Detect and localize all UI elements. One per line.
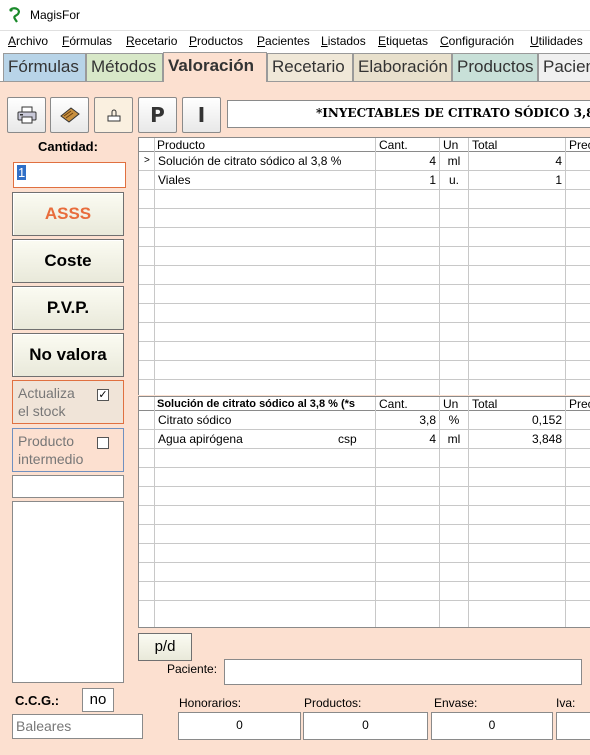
cell-extra	[335, 411, 375, 430]
quantity-input[interactable]: 1	[13, 162, 126, 188]
ccg-field[interactable]: no	[82, 688, 114, 712]
composition-grid-header: Solución de citrato sódico al 3,8 % (*s …	[139, 397, 590, 411]
pvp-button[interactable]: P.V.P.	[12, 286, 124, 330]
cell-producto: Solución de citrato sódico al 3,8 %	[158, 154, 342, 168]
title-bar: MagisFor	[0, 0, 590, 31]
label-button[interactable]	[50, 97, 89, 133]
row-marker	[141, 171, 153, 190]
menu-bar: Archivo Fórmulas Recetario Productos Pac…	[0, 31, 590, 51]
cell-producto: Viales	[158, 173, 191, 187]
cell-cant: 4	[429, 154, 436, 168]
no-valora-button[interactable]: No valora	[12, 333, 124, 377]
p-button[interactable]: P	[138, 97, 177, 133]
window-title: MagisFor	[30, 8, 81, 22]
quantity-value: 1	[17, 165, 27, 180]
envase-field[interactable]: 0	[431, 712, 553, 740]
cell-un: %	[448, 413, 460, 427]
printer-icon	[17, 106, 36, 124]
region-field[interactable]: Baleares	[12, 714, 143, 739]
menu-configuracion[interactable]: Configuración	[440, 34, 514, 48]
honorarios-field[interactable]: 0	[178, 712, 301, 740]
cell-cant: 3,8	[419, 413, 436, 427]
col-total[interactable]: Total	[470, 138, 566, 152]
update-stock-check[interactable]: ✓	[97, 389, 109, 401]
iva-label: Iva:	[556, 696, 576, 710]
asss-button[interactable]: ASSS	[12, 192, 124, 236]
tab-pacientes[interactable]: Pacientes	[538, 53, 590, 81]
col-composition-producto[interactable]: Solución de citrato sódico al 3,8 % (*s	[155, 397, 375, 411]
table-row[interactable]: > Solución de citrato sódico al 3,8 % 4 …	[139, 152, 590, 171]
intermediate-product-check[interactable]	[97, 437, 109, 449]
menu-archivo[interactable]: Archivo	[8, 34, 48, 48]
tab-formulas[interactable]: Fórmulas	[3, 53, 86, 81]
col-producto[interactable]: Producto	[155, 138, 375, 152]
stamp-icon	[107, 109, 120, 122]
col-un[interactable]: Un	[441, 397, 469, 411]
menu-utilidades[interactable]: Utilidades	[530, 34, 583, 48]
cell-un: ml	[447, 432, 461, 446]
col-total[interactable]: Total	[470, 397, 566, 411]
tab-metodos[interactable]: Métodos	[86, 53, 163, 81]
iva-field[interactable]	[556, 712, 590, 740]
composition-grid[interactable]: Solución de citrato sódico al 3,8 % (*s …	[138, 396, 590, 628]
col-un[interactable]: Un	[441, 138, 469, 152]
product-grid[interactable]: Producto Cant. Un Total Precio > Solució…	[138, 137, 590, 395]
ccg-label: C.C.G.:	[15, 693, 60, 708]
honorarios-label: Honorarios:	[179, 696, 242, 710]
coste-button[interactable]: Coste	[12, 239, 124, 283]
tab-productos[interactable]: Productos	[452, 53, 538, 81]
row-marker: >	[144, 155, 150, 166]
productos-label: Productos:	[304, 696, 362, 710]
left-notes-box[interactable]	[12, 501, 124, 683]
cell-un: u.	[448, 173, 459, 187]
cell-cant: 1	[429, 173, 436, 187]
tab-elaboracion[interactable]: Elaboración	[353, 53, 452, 81]
cell-cant: 4	[429, 432, 436, 446]
intermediate-product-label: Producto intermedio	[18, 433, 84, 467]
menu-listados[interactable]: Listados	[321, 34, 366, 48]
cell-total: 0,152	[531, 413, 562, 427]
pd-button[interactable]: p/d	[138, 633, 192, 661]
product-grid-header: Producto Cant. Un Total Precio	[139, 138, 590, 152]
update-stock-label: Actualiza el stock	[18, 385, 75, 419]
col-precio[interactable]: Precio	[567, 397, 590, 411]
cell-extra: csp	[338, 432, 357, 446]
formula-title-field: *INYECTABLES DE CITRATO SÓDICO 3,8%	[227, 100, 590, 128]
cell-total: 1	[555, 173, 562, 187]
tab-recetario[interactable]: Recetario	[267, 53, 353, 81]
tab-valoracion[interactable]: Valoración	[163, 52, 267, 82]
tab-strip: Fórmulas Métodos Valoración Recetario El…	[0, 51, 590, 82]
productos-field[interactable]: 0	[303, 712, 428, 740]
update-stock-checkbox[interactable]: Actualiza el stock ✓	[12, 380, 124, 424]
menu-productos[interactable]: Productos	[189, 34, 243, 48]
cell-producto: Agua apirógena	[158, 432, 243, 446]
col-cant[interactable]: Cant.	[377, 138, 439, 152]
print-button[interactable]	[7, 97, 46, 133]
col-precio[interactable]: Precio	[567, 138, 590, 152]
menu-pacientes[interactable]: Pacientes	[257, 34, 310, 48]
menu-etiquetas[interactable]: Etiquetas	[378, 34, 428, 48]
patient-field[interactable]	[224, 659, 582, 685]
cell-total: 4	[555, 154, 562, 168]
envase-label: Envase:	[434, 696, 478, 710]
table-row[interactable]: Citrato sódico 3,8 % 0,152	[139, 411, 590, 430]
col-cant[interactable]: Cant.	[377, 397, 439, 411]
left-text-field[interactable]	[12, 475, 124, 498]
label-tag-icon	[59, 107, 80, 123]
app-logo-icon	[9, 7, 20, 23]
cell-producto: Citrato sódico	[158, 413, 232, 427]
table-row[interactable]: Agua apirógena csp 4 ml 3,848	[139, 430, 590, 449]
cell-un: ml	[447, 154, 461, 168]
menu-formulas[interactable]: Fórmulas	[62, 34, 112, 48]
patient-label: Paciente:	[167, 662, 218, 676]
table-row[interactable]: Viales 1 u. 1	[139, 171, 590, 190]
i-button[interactable]: I	[182, 97, 221, 133]
menu-recetario[interactable]: Recetario	[126, 34, 177, 48]
cell-total: 3,848	[531, 432, 562, 446]
intermediate-product-checkbox[interactable]: Producto intermedio	[12, 428, 124, 472]
quantity-label: Cantidad:	[38, 139, 98, 154]
lock-button[interactable]	[94, 97, 133, 133]
